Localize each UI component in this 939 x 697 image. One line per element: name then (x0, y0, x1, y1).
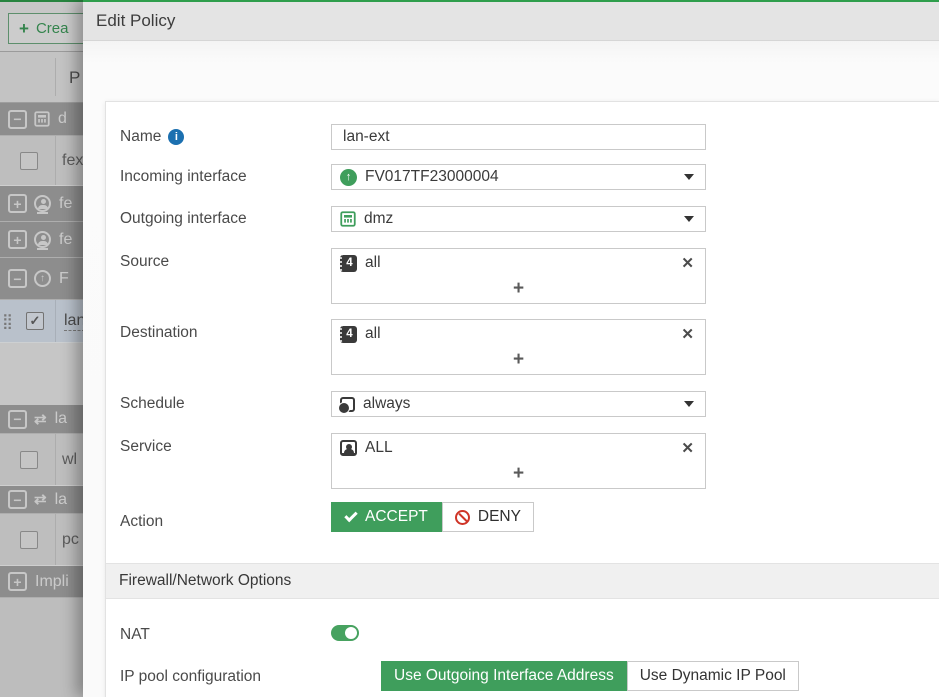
service-label: Service (120, 433, 325, 461)
service-entry-name: ALL (365, 439, 393, 457)
service-all-icon (340, 440, 357, 456)
incoming-interface-select[interactable]: ↑ FV017TF23000004 (331, 164, 706, 190)
source-label: Source (120, 248, 325, 276)
ipv4-address-icon: 4 (340, 255, 357, 272)
dialog-title: Edit Policy (83, 2, 939, 40)
nat-label: NAT (120, 626, 325, 644)
service-box: ALL ✕ + (331, 433, 706, 489)
incoming-interface-value: FV017TF23000004 (365, 168, 499, 186)
chevron-down-icon (684, 174, 694, 180)
screen: + Crea P − d fex + (0, 0, 939, 697)
destination-entry-name: all (365, 325, 381, 343)
remove-source-icon[interactable]: ✕ (678, 254, 697, 272)
source-entry-name: all (365, 254, 381, 272)
dialog-header: Edit Policy (83, 2, 939, 41)
add-service-button[interactable]: + (332, 462, 705, 488)
action-label: Action (120, 507, 325, 537)
interface-port-icon (340, 211, 356, 227)
incoming-interface-icon: ↑ (340, 169, 357, 186)
ip-pool-configuration-label: IP pool configuration (120, 662, 325, 692)
policy-form-card: Name i lan-ext Incoming interface ↑ FV01… (105, 101, 939, 697)
schedule-value: always (363, 395, 410, 413)
check-icon (344, 508, 357, 521)
action-button-group: ACCEPT DENY (331, 502, 534, 532)
name-label-text: Name (120, 128, 161, 146)
destination-label: Destination (120, 319, 325, 347)
use-dynamic-ip-pool-button[interactable]: Use Dynamic IP Pool (627, 661, 799, 691)
service-entry[interactable]: ALL ✕ (332, 434, 705, 462)
chevron-down-icon (684, 216, 694, 222)
schedule-clock-icon (340, 397, 355, 412)
deny-button[interactable]: DENY (442, 502, 534, 532)
toggle-knob (345, 627, 357, 639)
remove-destination-icon[interactable]: ✕ (678, 325, 697, 343)
firewall-network-options-section: Firewall/Network Options (106, 563, 939, 599)
name-input[interactable]: lan-ext (331, 124, 706, 150)
source-entry[interactable]: 4 all ✕ (332, 249, 705, 277)
section-title: Firewall/Network Options (106, 564, 939, 598)
incoming-interface-label: Incoming interface (120, 164, 325, 190)
chevron-down-icon (684, 401, 694, 407)
use-outgoing-interface-address-button[interactable]: Use Outgoing Interface Address (381, 661, 627, 691)
schedule-label: Schedule (120, 391, 325, 417)
edit-policy-dialog: Edit Policy Name i lan-ext Incoming inte… (83, 0, 939, 697)
accept-button[interactable]: ACCEPT (331, 502, 442, 532)
remove-service-icon[interactable]: ✕ (678, 439, 697, 457)
destination-entry[interactable]: 4 all ✕ (332, 320, 705, 348)
destination-box: 4 all ✕ + (331, 319, 706, 375)
add-destination-button[interactable]: + (332, 348, 705, 374)
deny-label: DENY (478, 508, 521, 526)
ipv4-address-icon: 4 (340, 326, 357, 343)
nat-toggle[interactable] (331, 625, 359, 641)
outgoing-interface-select[interactable]: dmz (331, 206, 706, 232)
accept-label: ACCEPT (365, 508, 428, 526)
name-label: Name i (120, 124, 325, 150)
add-source-button[interactable]: + (332, 277, 705, 303)
outgoing-interface-value: dmz (364, 210, 393, 228)
prohibition-icon (455, 510, 470, 525)
dialog-body: Name i lan-ext Incoming interface ↑ FV01… (83, 41, 939, 697)
source-box: 4 all ✕ + (331, 248, 706, 304)
schedule-select[interactable]: always (331, 391, 706, 417)
info-icon[interactable]: i (168, 129, 184, 145)
ip-pool-segmented-control: Use Outgoing Interface Address Use Dynam… (381, 661, 799, 691)
outgoing-interface-label: Outgoing interface (120, 206, 325, 232)
